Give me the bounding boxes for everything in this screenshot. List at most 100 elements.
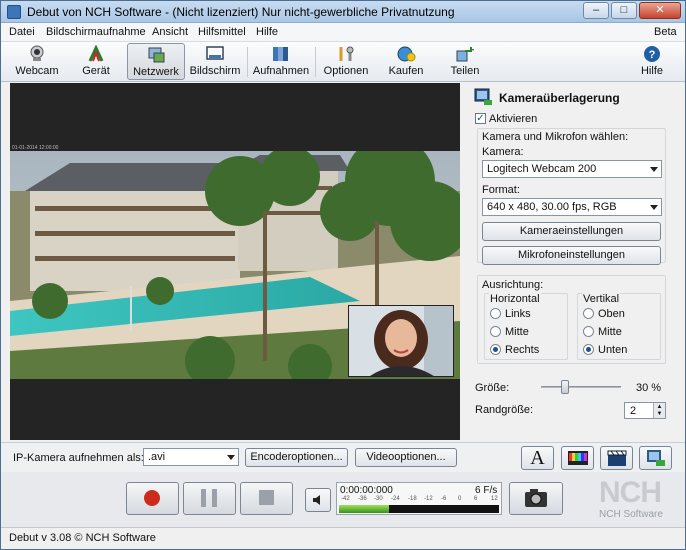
window-title: Debut von NCH Software - (Nicht lizenzie… [27,5,455,19]
format-select[interactable]: 640 x 480, 30.00 fps, RGB [482,198,662,216]
chevron-down-icon [227,455,235,460]
color-bars-icon [567,451,588,465]
recording-time: 0:00:00:000 [340,485,393,496]
camera-icon [525,489,547,507]
toolbar-buy-button[interactable]: Kaufen [381,43,431,80]
camera-overlay-icon [474,88,492,105]
video-options-button[interactable]: Videooptionen... [355,448,457,467]
close-button[interactable]: ✕ [639,2,681,19]
format-select-value: 640 x 480, 30.00 fps, RGB [487,201,617,213]
size-slider[interactable] [541,380,621,394]
menu-ansicht[interactable]: Ansicht [152,26,188,38]
camera-select[interactable]: Logitech Webcam 200 [482,160,662,178]
mic-settings-button[interactable]: Mikrofoneinstellungen [482,246,661,265]
camera-settings-button[interactable]: Kameraeinstellungen [482,222,661,241]
camera-overlay-icon [646,450,665,466]
radio-horizontal-links[interactable] [490,308,501,319]
size-label: Größe: [475,382,510,394]
toolbar-screen-button[interactable]: Bildschirm [189,43,241,80]
menu-hilfe[interactable]: Hilfe [256,26,278,38]
radio-vertical-mitte-label: Mitte [598,326,622,338]
help-icon: ? [644,46,660,62]
volume-button[interactable] [305,488,331,512]
toolbar-webcam-button[interactable]: Webcam [11,43,63,80]
overlay-title: Kameraüberlagerung [499,91,620,105]
menu-bar: Datei Bildschirmaufnahme Ansicht Hilfsmi… [1,23,685,42]
radio-horizontal-rechts[interactable] [490,344,501,355]
radio-horizontal-mitte[interactable] [490,326,501,337]
level-meter-fill [339,505,389,513]
window-controls: – □ ✕ [583,2,681,19]
size-slider-thumb[interactable] [561,380,569,394]
meter-tick-label: 12 [491,496,498,502]
meter-tick-label: -12 [424,496,433,502]
alignment-label: Ausrichtung: [482,279,544,291]
output-format-select[interactable]: .avi [143,448,239,466]
frame-rate: 6 F/s [475,485,498,496]
options-icon [339,46,354,61]
toolbar-options-button[interactable]: Optionen [321,43,371,80]
toolbar-device-button[interactable]: Gerät [71,43,121,80]
level-meter [339,505,499,513]
meter-tick-label: -18 [408,496,417,502]
pause-icon [201,489,217,507]
maximize-button[interactable]: □ [611,2,637,19]
spinner-down-button[interactable]: ▼ [653,411,665,418]
radio-vertical-unten[interactable] [583,344,594,355]
toolbar-share-button[interactable]: Teilen [441,43,489,80]
toolbar-options-label: Optionen [323,65,369,77]
horizontal-label: Horizontal [489,293,541,305]
chevron-down-icon [650,167,658,172]
menu-bildschirmaufnahme[interactable]: Bildschirmaufnahme [46,26,146,38]
chevron-down-icon [650,205,658,210]
toolbar-separator [315,47,316,77]
meter-tick-label: 0 [458,496,462,502]
color-adjust-button[interactable] [561,446,594,470]
encoder-options-button[interactable]: Encoderoptionen... [245,448,348,467]
meter-scale: -42 -36 -30 -24 -18 -12 -6 0 6 12 [341,496,499,504]
vertical-label: Vertikal [582,293,621,305]
camera-mic-group-label: Kamera und Mikrofon wählen: [482,131,629,143]
menu-hilfsmittel[interactable]: Hilfsmittel [198,26,246,38]
stop-button[interactable] [240,482,293,515]
size-value: 30 % [636,382,662,394]
webcam-overlay [348,305,454,377]
meter-tick-label: -42 [341,496,350,502]
toolbar-webcam-label: Webcam [15,65,59,77]
border-size-spinner[interactable]: 2 ▲ ▼ [624,402,666,419]
snapshot-button[interactable] [509,482,563,515]
enable-checkbox[interactable]: ✓ [475,113,486,124]
buy-icon [397,46,416,62]
speaker-icon [313,495,320,505]
video-effects-button[interactable] [600,446,633,470]
app-window: Debut von NCH Software - (Nicht lizenzie… [0,0,686,550]
camera-overlay-panel: Kameraüberlagerung ✓ Aktivieren Kamera u… [464,83,682,439]
share-icon [456,47,474,62]
menu-datei[interactable]: Datei [9,26,35,38]
beta-label: Beta [654,26,677,38]
nch-logo-text: NCH Software [599,509,663,520]
radio-horizontal-mitte-label: Mitte [505,326,529,338]
toolbar-help-button[interactable]: ? Hilfe [631,43,673,80]
spinner-up-button[interactable]: ▲ [653,403,665,411]
radio-vertical-mitte[interactable] [583,326,594,337]
text-overlay-button[interactable]: A [521,446,554,470]
toolbar-recordings-button[interactable]: Aufnahmen [251,43,311,80]
toolbar-help-label: Hilfe [640,65,663,77]
text-icon: A [530,447,545,469]
camera-overlay-button[interactable] [639,446,672,470]
nch-logo: NCH NCH Software [599,477,679,522]
record-button[interactable] [126,482,179,515]
radio-vertical-oben[interactable] [583,308,594,319]
radio-horizontal-links-label: Links [505,308,531,320]
pause-button[interactable] [183,482,236,515]
svg-text:?: ? [649,49,656,61]
clapperboard-icon [607,450,626,466]
device-icon [88,45,104,62]
toolbar-network-button[interactable]: Netzwerk [127,43,185,80]
level-meter-panel: 0:00:00:000 6 F/s -42 -36 -30 -24 -18 -12 -6 0 6… [336,482,502,515]
toolbar-share-label: Teilen [450,65,480,77]
format-label: Format: [482,184,520,196]
minimize-button[interactable]: – [583,2,609,19]
meter-tick-label: -6 [441,496,447,502]
